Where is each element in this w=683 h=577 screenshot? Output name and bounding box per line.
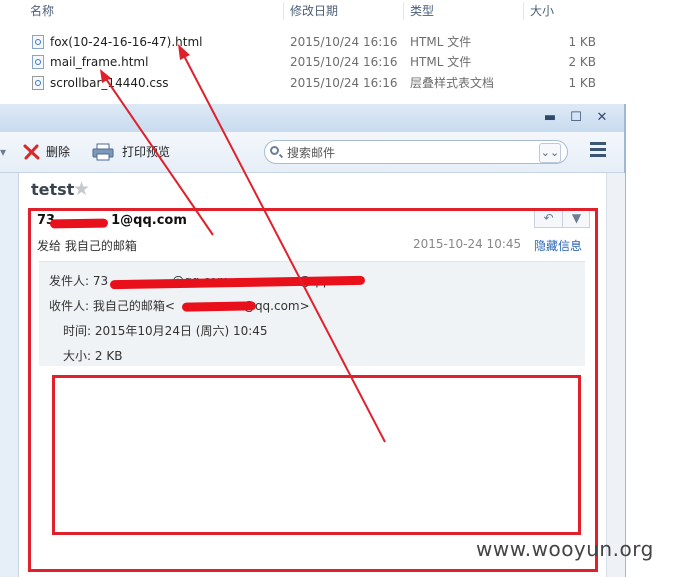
minimize-button[interactable]: ▬ [540, 109, 560, 127]
file-type: 层叠样式表文档 [410, 76, 495, 90]
delete-label: 删除 [46, 145, 71, 159]
mail-subject: tetst [31, 180, 75, 199]
file-date: 2015/10/24 16:16 [290, 76, 398, 90]
file-name: mail_frame.html [50, 55, 149, 69]
file-type: HTML 文件 [410, 55, 472, 69]
file-name: scrollbar_14440.css [50, 76, 169, 90]
html-file-icon [32, 55, 44, 69]
toolbar-dropdown-arrow-icon[interactable]: ▾ [0, 142, 6, 162]
column-divider [283, 2, 284, 20]
star-icon[interactable]: ★ [73, 178, 90, 200]
column-header-size[interactable]: 大小 [530, 0, 554, 22]
printer-icon [92, 143, 114, 161]
column-header-type[interactable]: 类型 [410, 0, 434, 22]
annotation-box-body [52, 375, 581, 535]
delete-icon [23, 144, 40, 160]
file-row[interactable]: fox(10-24-16-16-47).html 2015/10/24 16:1… [0, 32, 683, 52]
maximize-button[interactable]: ☐ [566, 109, 586, 127]
file-type: HTML 文件 [410, 35, 472, 49]
file-row[interactable]: scrollbar_14440.css 2015/10/24 16:16 层叠样… [0, 73, 683, 93]
search-box[interactable]: ⌄⌄ [264, 140, 568, 164]
html-file-icon [32, 35, 44, 49]
search-icon [270, 146, 279, 155]
file-size: 1 KB [568, 35, 596, 49]
left-panel-edge [0, 173, 18, 577]
column-divider [403, 2, 404, 20]
css-file-icon [32, 76, 44, 90]
file-explorer: 名称 修改日期 类型 大小 fox(10-24-16-16-47).html 2… [0, 0, 683, 105]
file-name: fox(10-24-16-16-47).html [50, 35, 203, 49]
column-header-name[interactable]: 名称 [30, 0, 54, 22]
file-row[interactable]: mail_frame.html 2015/10/24 16:16 HTML 文件… [0, 52, 683, 72]
vertical-scrollbar[interactable] [606, 173, 625, 577]
search-input[interactable] [285, 143, 539, 163]
file-size: 2 KB [568, 55, 596, 69]
column-divider [523, 2, 524, 20]
window-titlebar[interactable]: ▬ ☐ ✕ [0, 104, 624, 132]
column-header-date[interactable]: 修改日期 [290, 0, 338, 22]
search-options-button[interactable]: ⌄⌄ [539, 143, 561, 163]
close-button[interactable]: ✕ [592, 109, 612, 127]
file-date: 2015/10/24 16:16 [290, 35, 398, 49]
print-preview-label: 打印预览 [122, 145, 171, 159]
mail-toolbar: ▾ 删除 打印预览 ⌄⌄ [0, 132, 624, 173]
file-size: 1 KB [568, 76, 596, 90]
menu-icon[interactable] [590, 142, 608, 160]
file-date: 2015/10/24 16:16 [290, 55, 398, 69]
watermark: www.wooyun.org [476, 537, 654, 561]
